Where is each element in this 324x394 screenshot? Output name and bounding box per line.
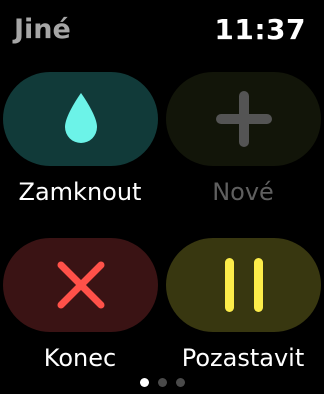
water-drop-icon [64, 93, 97, 143]
pause-label: Pozastavit [181, 344, 305, 372]
page-title: Jiné [14, 14, 71, 45]
end-label: Konec [43, 344, 117, 372]
watch-screen: Jiné 11:37 Zamknout Nové Konec Pozastavi… [0, 0, 324, 394]
page-dot-3 [175, 378, 185, 387]
end-button[interactable] [3, 238, 158, 332]
water-lock-label: Zamknout [18, 178, 142, 206]
page-dot-2 [157, 378, 167, 387]
pause-button[interactable] [166, 238, 321, 332]
page-dot-1 [139, 378, 149, 387]
page-indicator [0, 378, 324, 387]
new-label: Nové [212, 178, 274, 206]
clock-time: 11:37 [214, 13, 306, 46]
plus-icon [215, 91, 272, 147]
close-x-icon [57, 261, 104, 309]
water-lock-button[interactable] [3, 72, 158, 166]
pause-icon [224, 258, 263, 312]
new-button[interactable] [166, 72, 321, 166]
